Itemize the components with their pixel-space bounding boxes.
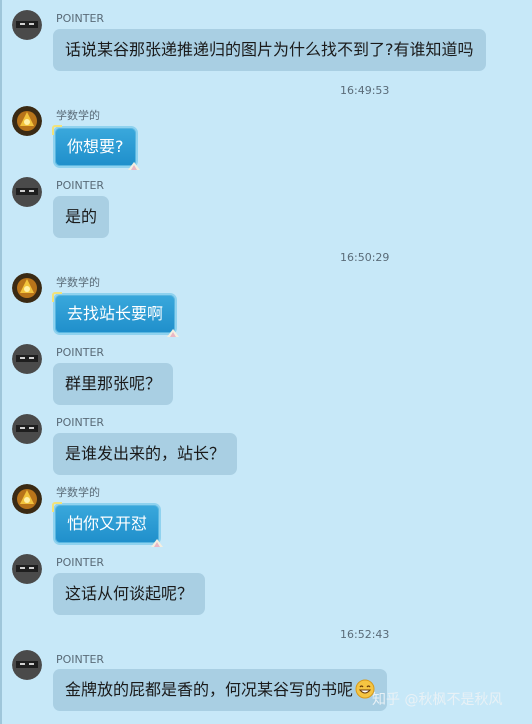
sender-name: 学数学的 [56, 486, 100, 499]
avatar-xueshuxue[interactable] [12, 106, 42, 136]
message-text: 去找站长要啊 [67, 304, 164, 323]
bubble-corner-decoration [52, 125, 62, 135]
message-bubble[interactable]: 是谁发出来的，站长？ [53, 433, 238, 475]
message-text: 金牌放的屁都是香的，何况某谷写的书呢 [65, 680, 354, 699]
message-bubble[interactable]: 群里那张呢？ [53, 363, 174, 405]
message-text: 怕你又开怼 [67, 514, 148, 533]
avatar-pointer[interactable] [12, 344, 42, 374]
window-left-edge [0, 0, 2, 724]
ribbon-icon [167, 329, 180, 337]
avatar-pointer[interactable] [12, 650, 42, 680]
sender-name: 学数学的 [56, 276, 100, 289]
message-bubble[interactable]: 是的 [53, 196, 110, 238]
avatar-pointer[interactable] [12, 554, 42, 584]
ribbon-icon [127, 162, 140, 170]
message-text: 你想要? [67, 137, 124, 156]
timestamp: 16:52:43 [340, 628, 390, 641]
bubble-corner-decoration [52, 292, 62, 302]
avatar-xueshuxue[interactable] [12, 273, 42, 303]
sender-name: POINTER [56, 179, 105, 192]
message-bubble[interactable]: 话说某谷那张递推递归的图片为什么找不到了?有谁知道吗 [53, 29, 486, 71]
sender-name: POINTER [56, 416, 105, 429]
message-bubble[interactable]: 去找站长要啊 [52, 292, 180, 337]
sender-name: POINTER [56, 556, 105, 569]
avatar-pointer[interactable] [12, 177, 42, 207]
sender-name: 学数学的 [56, 109, 100, 122]
avatar-pointer[interactable] [12, 10, 42, 40]
sender-name: POINTER [56, 12, 105, 25]
ribbon-icon [151, 539, 164, 547]
timestamp: 16:50:29 [340, 251, 390, 264]
chat-history[interactable]: POINTER 话说某谷那张递推递归的图片为什么找不到了?有谁知道吗 16:49… [0, 0, 532, 724]
avatar-pointer[interactable] [12, 414, 42, 444]
avatar-xueshuxue[interactable] [12, 484, 42, 514]
message-bubble[interactable]: 你想要? [52, 125, 140, 170]
sender-name: POINTER [56, 653, 105, 666]
watermark-text: 知乎 @秋枫不是秋风 [372, 692, 503, 708]
timestamp: 16:49:53 [340, 84, 390, 97]
sender-name: POINTER [56, 346, 105, 359]
message-bubble[interactable]: 怕你又开怼 [52, 502, 164, 547]
message-bubble[interactable]: 这话从何谈起呢？ [53, 573, 206, 615]
bubble-corner-decoration [52, 502, 62, 512]
message-bubble[interactable]: 金牌放的屁都是香的，何况某谷写的书呢 [53, 669, 388, 711]
